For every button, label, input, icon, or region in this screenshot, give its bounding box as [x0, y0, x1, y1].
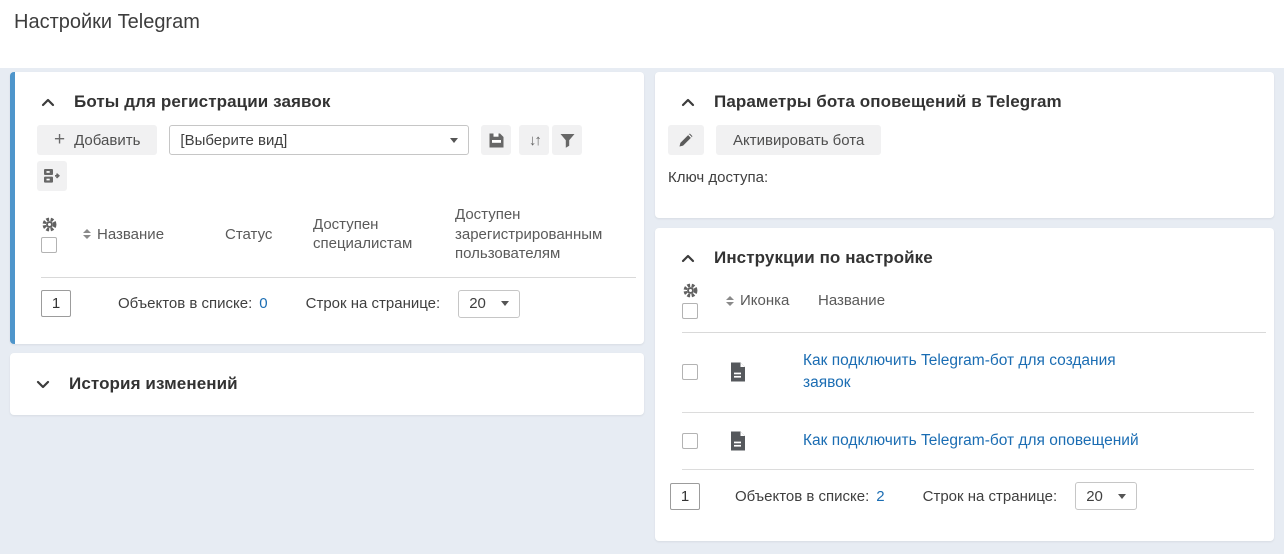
add-button-label: Добавить: [74, 132, 140, 149]
edit-button[interactable]: [668, 125, 704, 155]
export-button[interactable]: [37, 161, 67, 191]
access-key-label: Ключ доступа:: [668, 169, 1274, 186]
objects-count-value: 0: [259, 295, 267, 312]
instruction-row: Как подключить Telegram-бот для создания…: [682, 333, 1254, 413]
gear-icon[interactable]: [41, 216, 58, 233]
instruction-link[interactable]: Как подключить Telegram-бот для оповещен…: [803, 430, 1163, 452]
objects-count-label: Объектов в списке:: [118, 295, 252, 312]
export-icon: [43, 168, 61, 184]
panel-bots-registration: Боты для регистрации заявок + Добавить […: [10, 72, 644, 344]
page-title: Настройки Telegram: [0, 0, 1284, 34]
instructions-pager: 1 Объектов в списке: 2 Строк на странице…: [670, 482, 1274, 510]
save-view-button[interactable]: [481, 125, 511, 155]
gear-icon[interactable]: [682, 282, 699, 299]
view-select[interactable]: [Выберите вид]: [169, 125, 469, 155]
panel-history-title: История изменений: [69, 374, 238, 394]
select-all-checkbox[interactable]: [41, 237, 57, 253]
rows-per-page-label: Строк на странице:: [306, 295, 441, 312]
select-all-checkbox[interactable]: [682, 303, 698, 319]
funnel-icon: [560, 133, 575, 148]
panel-instructions-title: Инструкции по настройке: [714, 248, 933, 268]
panel-history: История изменений: [10, 353, 644, 415]
page-number-box[interactable]: 1: [670, 483, 700, 510]
caret-down-icon: [501, 301, 509, 306]
panel-notify-bot: Параметры бота оповещений в Telegram Акт…: [655, 72, 1274, 218]
caret-down-icon: [1118, 494, 1126, 499]
sort-arrows-icon: ↓↑: [529, 132, 540, 149]
column-name-header[interactable]: Название: [818, 291, 885, 311]
floppy-icon: [488, 132, 505, 149]
top-bar: Настройки Telegram: [0, 0, 1284, 68]
panel-notify-title: Параметры бота оповещений в Telegram: [714, 92, 1062, 112]
instruction-link[interactable]: Как подключить Telegram-бот для создания…: [803, 350, 1163, 395]
plus-icon: +: [54, 130, 65, 149]
bots-pager: 1 Объектов в списке: 0 Строк на странице…: [41, 290, 644, 318]
activate-bot-label: Активировать бота: [733, 132, 864, 149]
column-sort-icon[interactable]: [726, 296, 734, 306]
panel-instructions: Инструкции по настройке Иконка Название …: [655, 228, 1274, 541]
objects-count-label: Объектов в списке:: [735, 488, 869, 505]
page-number-box[interactable]: 1: [41, 290, 71, 317]
column-icon-header[interactable]: Иконка: [740, 291, 789, 311]
objects-count-value: 2: [876, 488, 884, 505]
chevron-up-icon[interactable]: [39, 96, 57, 109]
document-icon: [729, 362, 746, 382]
rows-per-page-select[interactable]: 20: [1075, 482, 1137, 510]
activate-bot-button[interactable]: Активировать бота: [716, 125, 881, 155]
column-registered-header[interactable]: Доступен зарегистрированным пользователя…: [455, 205, 605, 264]
chevron-up-icon[interactable]: [679, 252, 697, 265]
chevron-up-icon[interactable]: [679, 96, 697, 109]
column-specialists-header[interactable]: Доступен специалистам: [313, 215, 443, 254]
pencil-icon: [678, 132, 694, 148]
add-button[interactable]: + Добавить: [37, 125, 157, 155]
instruction-row: Как подключить Telegram-бот для оповещен…: [682, 413, 1254, 470]
caret-down-icon: [450, 138, 458, 143]
rows-per-page-label: Строк на странице:: [923, 488, 1058, 505]
rows-per-page-value: 20: [1086, 488, 1103, 505]
column-sort-icon[interactable]: [83, 229, 91, 239]
rows-per-page-value: 20: [469, 295, 486, 312]
bots-toolbar: + Добавить [Выберите вид] ↓↑: [37, 125, 644, 155]
panel-bots-title: Боты для регистрации заявок: [74, 92, 330, 112]
filter-button[interactable]: [552, 125, 582, 155]
instructions-table-header: Иконка Название: [682, 282, 1266, 333]
rows-per-page-select[interactable]: 20: [458, 290, 520, 318]
row-checkbox[interactable]: [682, 364, 698, 380]
column-name-header[interactable]: Название: [97, 225, 164, 245]
column-status-header[interactable]: Статус: [225, 225, 301, 245]
chevron-down-icon[interactable]: [34, 378, 52, 391]
document-icon: [729, 431, 746, 451]
row-checkbox[interactable]: [682, 433, 698, 449]
sort-button[interactable]: ↓↑: [519, 125, 549, 155]
bots-table-header: Название Статус Доступен специалистам До…: [41, 205, 636, 278]
view-select-value: [Выберите вид]: [180, 132, 287, 149]
